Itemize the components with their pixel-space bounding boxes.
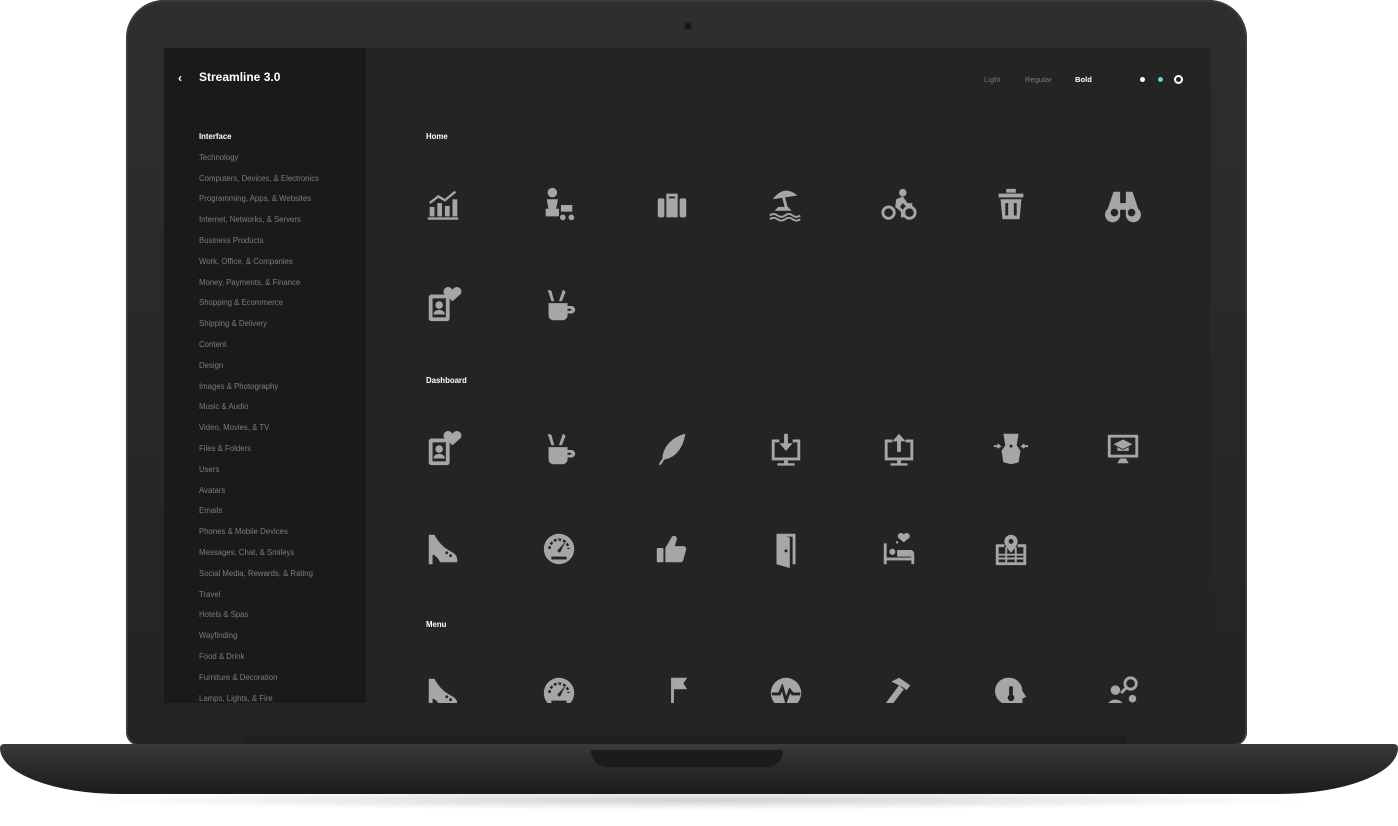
high-heel-shoe-icon[interactable] [423,529,463,569]
sidebar-item[interactable]: Social Media, Rewards, & Rating [199,568,319,589]
bed-heart-icon[interactable] [879,529,919,569]
map-pin-grid-icon[interactable] [991,529,1031,569]
sidebar-item[interactable]: Phones & Mobile Devices [199,526,319,547]
briefcase-icon[interactable] [652,185,692,225]
mother-stroller-icon[interactable] [539,185,579,225]
trash-bin-icon[interactable] [991,185,1031,225]
paint-brushes-mug-icon[interactable] [539,429,579,469]
contact-card-heart-icon[interactable] [423,285,463,325]
sidebar-item[interactable]: Design [199,360,319,381]
weight-regular-toggle[interactable]: Regular [1025,75,1052,84]
sidebar-item[interactable]: Shopping & Ecommerce [199,297,319,318]
speedometer-gauge-icon[interactable] [539,529,579,569]
sidebar-item[interactable]: Emails [199,505,319,526]
sidebar-item[interactable]: Food & Drink [199,651,319,672]
sidebar-item[interactable]: Interface [199,131,319,152]
app-title: Streamline 3.0 [199,70,281,84]
sidebar-item[interactable]: Content [199,339,319,360]
sidebar: ‹ Streamline 3.0 Interface Technology Comp… [164,48,366,703]
sidebar-item[interactable]: Internet, Networks, & Servers [199,214,319,235]
contact-card-heart-icon[interactable] [423,429,463,469]
sidebar-item[interactable]: Work, Office, & Companies [199,256,319,277]
body-waist-icon[interactable] [991,429,1031,469]
head-mind-icon[interactable] [991,673,1031,703]
section-title: Home [426,132,448,141]
sidebar-item[interactable]: Wayfinding [199,630,319,651]
sidebar-item[interactable]: Technology [199,152,319,173]
sidebar-item[interactable]: Users [199,464,319,485]
sidebar-item[interactable]: Money, Payments, & Finance [199,277,319,298]
sidebar-item[interactable]: Video, Movies, & TV [199,422,319,443]
sidebar-item[interactable]: Travel [199,589,319,610]
sidebar-item[interactable]: Shipping & Delivery [199,318,319,339]
high-heel-shoe-icon[interactable] [423,673,463,703]
theme-dot-white[interactable] [1140,77,1145,82]
back-button[interactable]: ‹ [178,70,190,86]
sidebar-item[interactable]: Images & Photography [199,381,319,402]
sidebar-item[interactable]: Lamps, Lights, & Fire [199,693,319,703]
heartbeat-pulse-icon[interactable] [766,673,806,703]
flag-icon[interactable] [652,673,692,703]
sidebar-item[interactable]: Messages, Chat, & Smileys [199,547,319,568]
binoculars-icon[interactable] [1103,185,1143,225]
sidebar-item[interactable]: Music & Audio [199,401,319,422]
speedometer-gauge-icon[interactable] [539,673,579,703]
analytics-bars-icon[interactable] [423,185,463,225]
hammer-icon[interactable] [879,673,919,703]
monitor-upload-icon[interactable] [879,429,919,469]
webcam [683,21,693,31]
theme-dot-cyan[interactable] [1158,77,1163,82]
feather-quill-icon[interactable] [652,429,692,469]
laptop-opening-notch [591,750,783,767]
people-search-icon[interactable] [1103,673,1143,703]
monitor-download-icon[interactable] [766,429,806,469]
sidebar-item[interactable]: Programming, Apps, & Websites [199,193,319,214]
beach-umbrella-icon[interactable] [766,185,806,225]
sidebar-item[interactable]: Business Products [199,235,319,256]
chevron-left-icon: ‹ [178,71,182,85]
app-screen: ‹ Streamline 3.0 Interface Technology Comp… [164,48,1211,703]
sidebar-item[interactable]: Hotels & Spas [199,609,319,630]
section-title: Dashboard [426,376,467,385]
sidebar-item[interactable]: Computers, Devices, & Electronics [199,173,319,194]
weight-light-toggle[interactable]: Light [984,75,1000,84]
monitor-graduation-cap-icon[interactable] [1103,429,1143,469]
thumbs-up-icon[interactable] [652,529,692,569]
sidebar-item[interactable]: Furniture & Decoration [199,672,319,693]
paint-brushes-mug-icon[interactable] [539,285,579,325]
sidebar-item[interactable]: Files & Folders [199,443,319,464]
sidebar-item[interactable]: Avatars [199,485,319,506]
section-title: Menu [426,620,447,629]
category-list: Interface Technology Computers, Devices, &… [199,131,319,703]
weight-bold-toggle[interactable]: Bold [1075,75,1092,84]
door-open-icon[interactable] [766,529,806,569]
theme-dot-selected[interactable] [1174,75,1183,84]
bicycle-rider-icon[interactable] [879,185,919,225]
